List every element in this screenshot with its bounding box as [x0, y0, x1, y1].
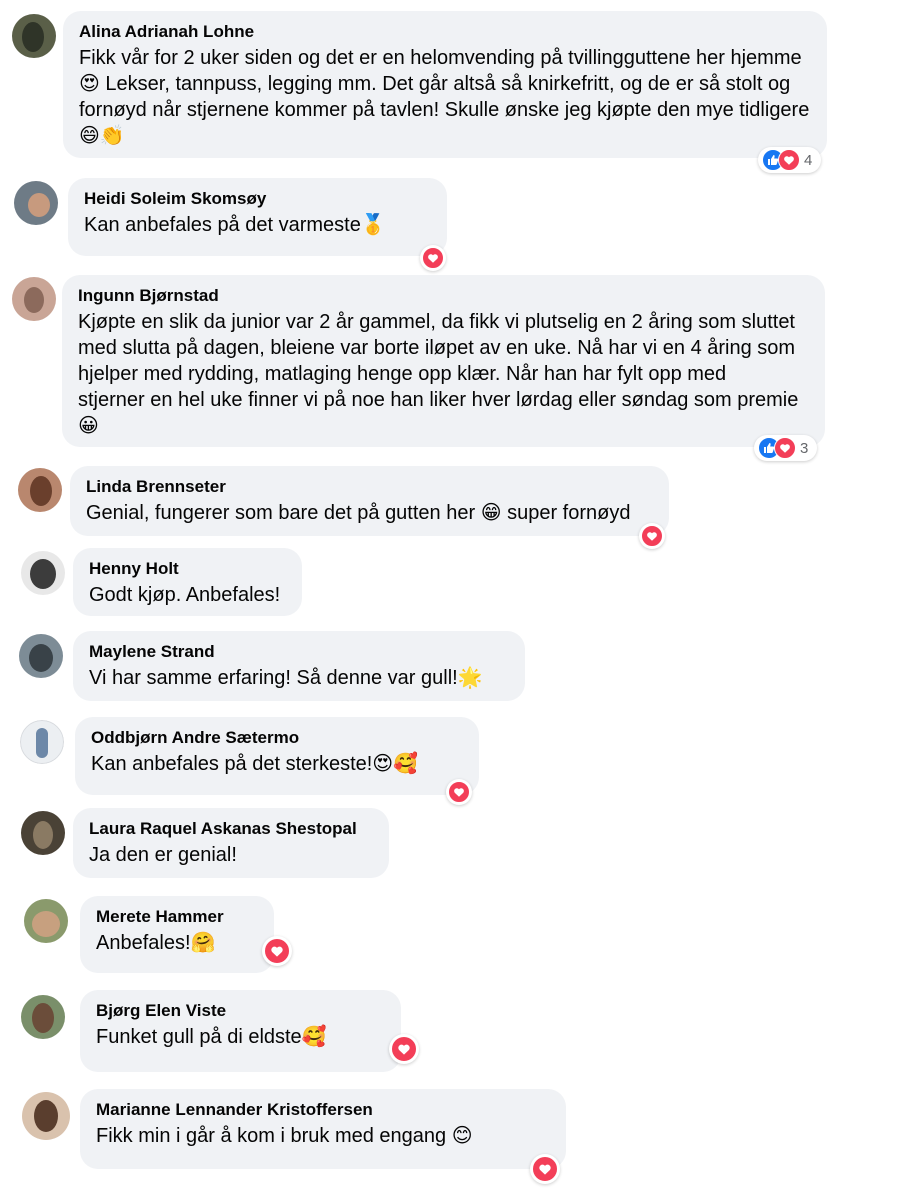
avatar[interactable] — [20, 720, 64, 764]
comment-author[interactable]: Laura Raquel Askanas Shestopal — [89, 818, 373, 840]
comment-author[interactable]: Henny Holt — [89, 558, 286, 580]
comment-text: Genial, fungerer som bare det på gutten … — [86, 502, 631, 524]
reaction-count: 3 — [800, 439, 809, 457]
comment-bubble: Laura Raquel Askanas Shestopal Ja den er… — [73, 808, 389, 878]
avatar[interactable] — [12, 14, 56, 58]
comment-text: Kan anbefales på det varmeste🥇 — [84, 214, 386, 236]
heart-icon — [641, 525, 663, 547]
avatar[interactable] — [21, 811, 65, 855]
avatar[interactable] — [19, 634, 63, 678]
comment-author[interactable]: Linda Brennseter — [86, 476, 653, 498]
comment-text: Fikk min i går å kom i bruk med engang 😊 — [96, 1125, 473, 1147]
comment-bubble: Alina Adrianah Lohne Fikk vår for 2 uker… — [63, 11, 827, 158]
heart-icon — [264, 938, 290, 964]
reaction-summary[interactable] — [530, 1154, 560, 1184]
avatar[interactable] — [12, 277, 56, 321]
avatar[interactable] — [21, 995, 65, 1039]
comment-text: Vi har samme erfaring! Så denne var gull… — [89, 667, 483, 689]
comment-text: Anbefales!🤗 — [96, 932, 216, 954]
comment-bubble: Oddbjørn Andre Sætermo Kan anbefales på … — [75, 717, 479, 795]
reaction-summary[interactable] — [639, 523, 665, 549]
comment-text: Godt kjøp. Anbefales! — [89, 584, 281, 606]
heart-icon — [391, 1036, 417, 1062]
comment-bubble: Linda Brennseter Genial, fungerer som ba… — [70, 466, 669, 536]
reaction-count: 4 — [804, 151, 813, 169]
comment-bubble: Marianne Lennander Kristoffersen Fikk mi… — [80, 1089, 566, 1169]
comment-text: Funket gull på di eldste🥰 — [96, 1026, 327, 1048]
comment-text: Kan anbefales på det sterkeste!😍🥰 — [91, 753, 419, 775]
comment-author[interactable]: Ingunn Bjørnstad — [78, 285, 809, 307]
reaction-summary[interactable]: 3 — [754, 435, 818, 461]
reaction-summary[interactable] — [446, 779, 472, 805]
comment-text: Fikk vår for 2 uker siden og det er en h… — [79, 47, 810, 147]
reaction-summary[interactable] — [389, 1034, 419, 1064]
comment-author[interactable]: Bjørg Elen Viste — [96, 1000, 385, 1022]
comment-text: Ja den er genial! — [89, 844, 237, 866]
reaction-summary[interactable] — [262, 936, 292, 966]
comment-bubble: Heidi Soleim Skomsøy Kan anbefales på de… — [68, 178, 447, 256]
reaction-summary[interactable] — [420, 245, 446, 271]
comment-author[interactable]: Maylene Strand — [89, 641, 509, 663]
heart-icon — [774, 437, 796, 459]
comment-bubble: Merete Hammer Anbefales!🤗 — [80, 896, 274, 973]
comment-bubble: Bjørg Elen Viste Funket gull på di eldst… — [80, 990, 401, 1072]
heart-icon — [448, 781, 470, 803]
avatar[interactable] — [24, 899, 68, 943]
comment-text: Kjøpte en slik da junior var 2 år gammel… — [78, 311, 799, 437]
heart-icon — [532, 1156, 558, 1182]
avatar[interactable] — [18, 468, 62, 512]
comment-author[interactable]: Heidi Soleim Skomsøy — [84, 188, 431, 210]
comment-author[interactable]: Marianne Lennander Kristoffersen — [96, 1099, 550, 1121]
comment-bubble: Henny Holt Godt kjøp. Anbefales! — [73, 548, 302, 616]
comment-author[interactable]: Oddbjørn Andre Sætermo — [91, 727, 463, 749]
comment-bubble: Ingunn Bjørnstad Kjøpte en slik da junio… — [62, 275, 825, 447]
reaction-summary[interactable]: 4 — [758, 147, 822, 173]
heart-icon — [778, 149, 800, 171]
avatar[interactable] — [21, 551, 65, 595]
avatar[interactable] — [22, 1092, 70, 1140]
comment-author[interactable]: Merete Hammer — [96, 906, 258, 928]
comment-bubble: Maylene Strand Vi har samme erfaring! Så… — [73, 631, 525, 701]
comment-author[interactable]: Alina Adrianah Lohne — [79, 21, 811, 43]
avatar[interactable] — [14, 181, 58, 225]
heart-icon — [422, 247, 444, 269]
